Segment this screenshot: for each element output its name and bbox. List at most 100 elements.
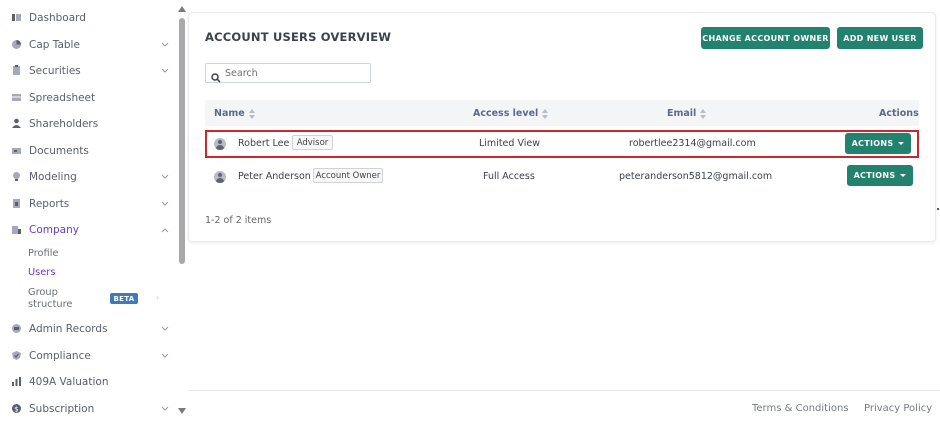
search-input[interactable] xyxy=(225,66,365,80)
scrollbar-thumb[interactable] xyxy=(179,18,185,264)
actions-label: ACTIONS xyxy=(851,139,894,148)
add-new-user-button[interactable]: ADD NEW USER xyxy=(837,27,923,49)
table-header: Name Access level Email Actions xyxy=(205,100,919,126)
avatar xyxy=(214,138,226,150)
chevron-right-icon: › xyxy=(156,293,160,302)
table-row: Robert Lee Advisor Limited View robertle… xyxy=(205,130,919,158)
access-level: Limited View xyxy=(479,138,540,149)
sidebar-item-modeling[interactable]: Modeling xyxy=(0,165,176,189)
account-users-card: ACCOUNT USERS OVERVIEW CHANGE ACCOUNT OW… xyxy=(188,12,936,242)
column-header-label: Name xyxy=(214,108,245,119)
role-badge: Account Owner xyxy=(313,168,383,183)
chevron-down-icon xyxy=(160,351,170,361)
sidebar-item-label: Shareholders xyxy=(29,118,99,130)
shield-icon xyxy=(11,350,22,361)
sidebar: Dashboard Cap Table Securities Spreadshe… xyxy=(0,0,178,425)
sidebar-item-label: Reports xyxy=(29,198,70,210)
search-box xyxy=(205,63,371,83)
sidebar-item-label: Modeling xyxy=(29,171,77,183)
sidebar-item-cap-table[interactable]: Cap Table xyxy=(0,33,176,57)
dollar-icon: $ xyxy=(11,403,22,414)
scroll-down-arrow-icon[interactable] xyxy=(178,408,186,414)
sidebar-item-label: Securities xyxy=(29,65,81,77)
user-email: peteranderson5812@gmail.com xyxy=(619,171,773,182)
chevron-down-icon xyxy=(160,199,170,209)
chevron-down-icon xyxy=(160,404,170,414)
sidebar-item-label: Compliance xyxy=(29,350,91,362)
lightbulb-icon xyxy=(11,171,22,182)
column-header-label: Access level xyxy=(473,108,539,119)
user-email: robertlee2314@gmail.com xyxy=(629,138,756,149)
sidebar-item-reports[interactable]: Reports xyxy=(0,192,176,216)
sidebar-item-label: Company xyxy=(29,224,79,236)
chevron-down-icon xyxy=(160,172,170,182)
records-icon xyxy=(11,323,22,334)
column-header-actions: Actions xyxy=(879,108,919,119)
sidebar-item-label: Spreadsheet xyxy=(29,92,96,104)
caret-down-icon xyxy=(900,174,907,177)
sidebar-item-409a-valuation[interactable]: 409A Valuation xyxy=(0,370,176,394)
spreadsheet-icon xyxy=(11,92,22,103)
beta-badge: BETA xyxy=(110,293,138,304)
dashboard-icon xyxy=(11,12,22,23)
sidebar-item-shareholders[interactable]: Shareholders xyxy=(0,112,176,136)
sidebar-item-company[interactable]: Company xyxy=(0,218,176,242)
sidebar-item-label: Admin Records xyxy=(29,323,108,335)
sidebar-item-label: Documents xyxy=(29,145,89,157)
folder-icon xyxy=(11,145,22,156)
role-badge: Advisor xyxy=(292,135,333,150)
chevron-up-icon xyxy=(160,225,170,235)
sidebar-subitem-group-structure-line1[interactable]: Group xyxy=(28,287,58,298)
sidebar-subitem-users[interactable]: Users xyxy=(28,267,55,278)
user-name: Robert Lee xyxy=(238,138,290,149)
sidebar-item-label: Dashboard xyxy=(29,12,86,24)
main-content: ACCOUNT USERS OVERVIEW CHANGE ACCOUNT OW… xyxy=(186,0,940,425)
terms-link[interactable]: Terms & Conditions xyxy=(752,403,849,414)
sort-icon xyxy=(248,108,255,119)
sort-icon xyxy=(700,108,707,119)
change-account-owner-button[interactable]: CHANGE ACCOUNT OWNER xyxy=(701,27,830,49)
sidebar-item-spreadsheet[interactable]: Spreadsheet xyxy=(0,86,176,110)
page-title: ACCOUNT USERS OVERVIEW xyxy=(205,30,392,44)
chevron-down-icon xyxy=(160,66,170,76)
actions-label: ACTIONS xyxy=(853,171,896,180)
sidebar-subitem-group-structure-line2[interactable]: structure xyxy=(28,299,72,310)
scroll-up-arrow-icon[interactable] xyxy=(178,6,186,12)
column-header-email[interactable]: Email xyxy=(667,108,707,119)
pie-chart-icon xyxy=(11,39,22,50)
chevron-down-icon xyxy=(160,40,170,50)
sidebar-item-compliance[interactable]: Compliance xyxy=(0,344,176,368)
sidebar-item-subscription[interactable]: $ Subscription xyxy=(0,397,176,421)
sidebar-item-label: Subscription xyxy=(29,403,95,415)
actions-dropdown-button[interactable]: ACTIONS xyxy=(845,133,911,154)
sidebar-item-label: 409A Valuation xyxy=(29,376,109,388)
actions-dropdown-button[interactable]: ACTIONS xyxy=(847,165,913,186)
table-row: Peter Anderson Account Owner Full Access… xyxy=(205,164,919,192)
user-name: Peter Anderson xyxy=(238,171,311,182)
building-icon xyxy=(11,224,22,235)
footer-divider xyxy=(188,390,940,391)
sort-icon xyxy=(542,108,549,119)
sidebar-item-label: Cap Table xyxy=(29,39,80,51)
pagination-info: 1-2 of 2 items xyxy=(205,215,272,226)
privacy-policy-link[interactable]: Privacy Policy xyxy=(864,403,932,414)
report-icon xyxy=(11,198,22,209)
column-header-name[interactable]: Name xyxy=(214,108,255,119)
sidebar-item-documents[interactable]: Documents xyxy=(0,139,176,163)
column-header-label: Email xyxy=(667,108,697,119)
column-header-access-level[interactable]: Access level xyxy=(473,108,549,119)
search-icon xyxy=(211,68,221,83)
sidebar-item-dashboard[interactable]: Dashboard xyxy=(0,6,176,30)
avatar xyxy=(214,171,226,183)
person-icon xyxy=(11,118,22,129)
chevron-down-icon xyxy=(160,324,170,334)
sidebar-item-securities[interactable]: Securities xyxy=(0,59,176,83)
valuation-icon xyxy=(11,376,22,387)
sidebar-item-admin-records[interactable]: Admin Records xyxy=(0,317,176,341)
dot-mark xyxy=(937,208,939,210)
caret-down-icon xyxy=(898,142,905,145)
svg-text:$: $ xyxy=(14,406,18,414)
sidebar-subitem-profile[interactable]: Profile xyxy=(28,248,58,259)
access-level: Full Access xyxy=(483,171,535,182)
clipboard-icon xyxy=(11,65,22,76)
